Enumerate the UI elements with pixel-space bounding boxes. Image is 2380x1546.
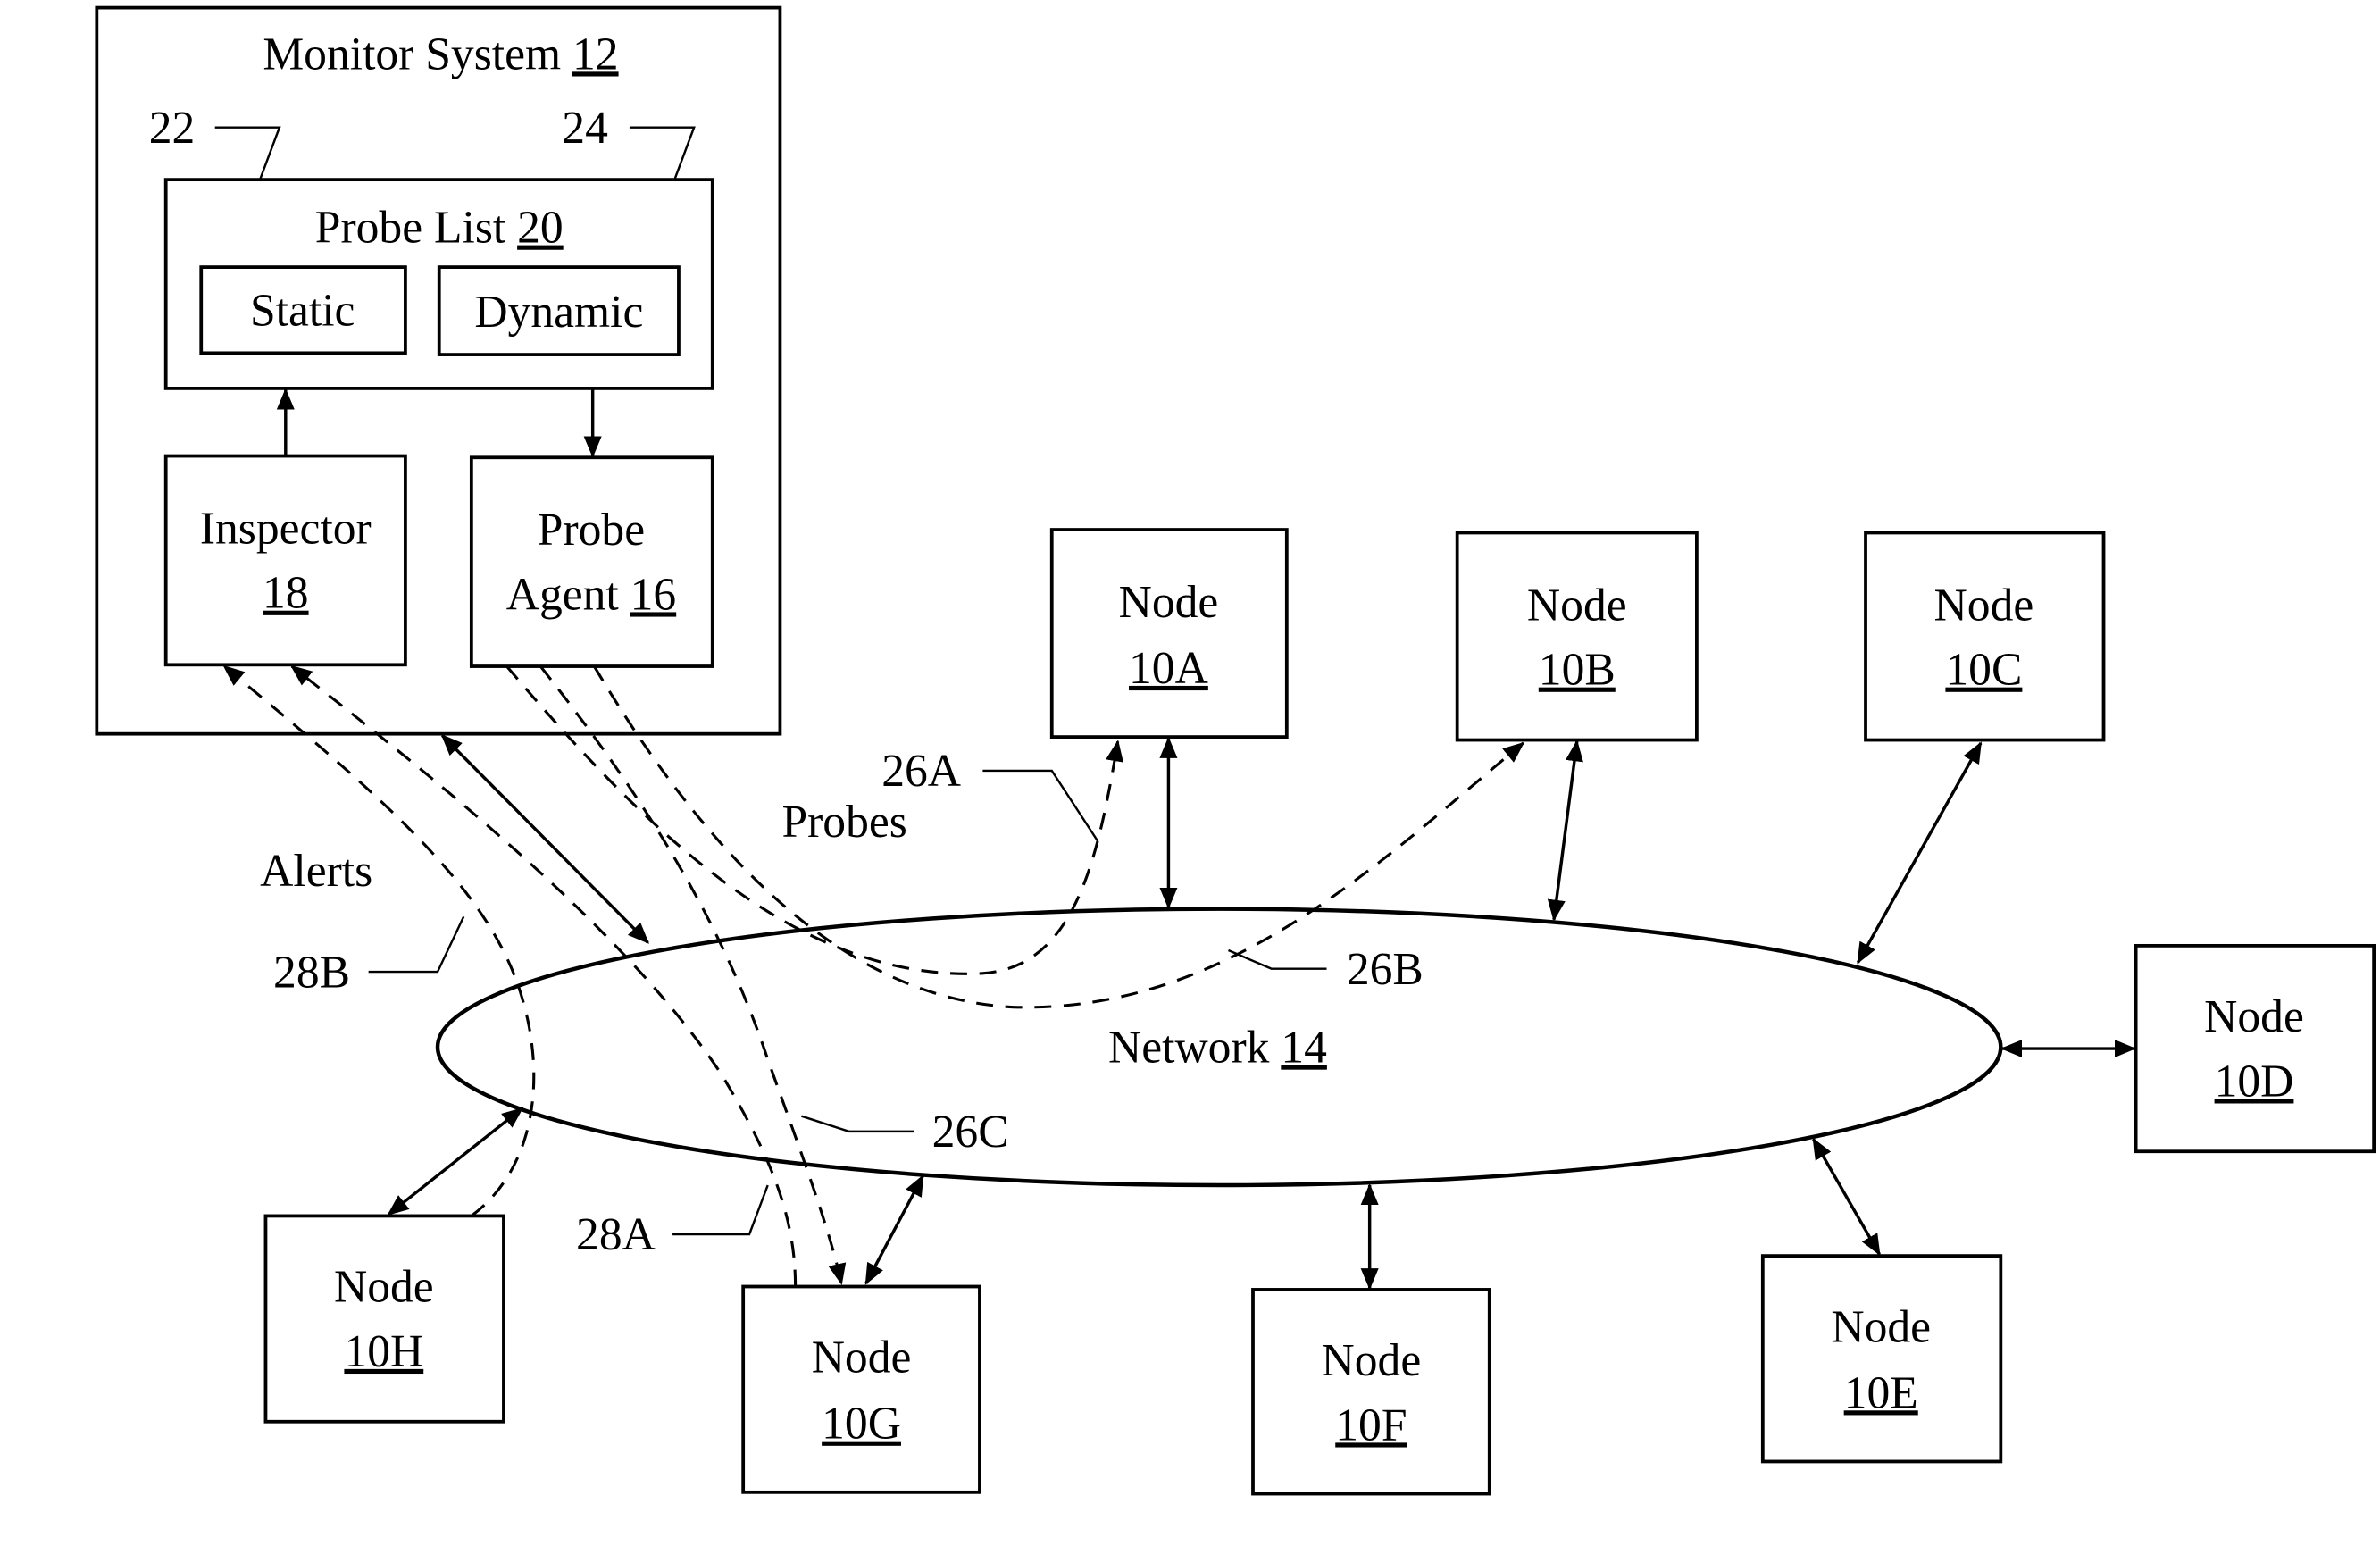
link-10b-network bbox=[1547, 740, 1583, 922]
node-10c: Node 10C bbox=[1864, 531, 2106, 742]
node-10b: Node 10B bbox=[1455, 531, 1699, 742]
node-10a-ref: 10A bbox=[1129, 643, 1208, 694]
node-10f: Node 10F bbox=[1251, 1288, 1491, 1496]
probe-agent-box bbox=[469, 455, 714, 668]
node-10h-label: Node bbox=[334, 1262, 434, 1313]
callout-26c-leader bbox=[801, 1115, 914, 1133]
node-10g-ref: 10G bbox=[822, 1399, 901, 1450]
alert-path-28b bbox=[222, 664, 536, 1217]
link-10c-network bbox=[1856, 741, 1983, 965]
node-10d-ref: 10D bbox=[2215, 1056, 2294, 1107]
node-10c-box bbox=[1864, 531, 2106, 742]
node-10g-label: Node bbox=[812, 1333, 912, 1383]
node-10d-label: Node bbox=[2204, 991, 2304, 1042]
node-10e-ref: 10E bbox=[1844, 1367, 1918, 1418]
node-10c-label: Node bbox=[1934, 580, 2034, 631]
network-label: Network 14 bbox=[1108, 1023, 1327, 1074]
node-10d-box bbox=[2134, 943, 2376, 1154]
callout-26b: 26B bbox=[1347, 944, 1424, 995]
probes-label: Probes bbox=[781, 797, 906, 848]
node-10h: Node 10H bbox=[263, 1214, 505, 1424]
node-10e-label: Node bbox=[1831, 1301, 1931, 1352]
node-10f-label: Node bbox=[1322, 1335, 1422, 1386]
callout-28a-leader bbox=[672, 1184, 769, 1236]
node-10a-box bbox=[1049, 528, 1289, 739]
callout-static-ref: 22 bbox=[149, 103, 196, 154]
inspector-ref: 18 bbox=[263, 568, 309, 619]
inspector: Inspector 18 bbox=[163, 454, 407, 667]
callout-26c: 26C bbox=[932, 1107, 1009, 1157]
callout-26a: 26A bbox=[881, 746, 961, 797]
node-10b-ref: 10B bbox=[1539, 645, 1616, 696]
callout-26b-leader bbox=[1228, 948, 1327, 970]
alerts-label: Alerts bbox=[260, 846, 372, 897]
node-10a: Node 10A bbox=[1049, 528, 1289, 739]
network-monitoring-diagram: Monitor System 12 22 24 Probe List 20 St… bbox=[95, 5, 2376, 1496]
callout-28b: 28B bbox=[273, 947, 350, 998]
node-10a-label: Node bbox=[1119, 577, 1219, 628]
monitor-system: Monitor System 12 22 24 Probe List 20 St… bbox=[95, 5, 782, 736]
monitor-system-title: Monitor System 12 bbox=[263, 29, 618, 79]
node-10e-box bbox=[1760, 1254, 2003, 1464]
probe-list: Probe List 20 Static Dynamic bbox=[163, 178, 714, 390]
inspector-box bbox=[163, 454, 407, 667]
node-10h-ref: 10H bbox=[344, 1326, 423, 1377]
node-10b-box bbox=[1455, 531, 1699, 742]
node-10b-label: Node bbox=[1527, 580, 1627, 631]
probe-agent-label-line2: Agent 16 bbox=[506, 569, 676, 620]
node-10e: Node 10E bbox=[1760, 1254, 2003, 1464]
probe-path-26c bbox=[539, 665, 847, 1286]
link-10h-network bbox=[387, 1107, 524, 1216]
node-10g-box bbox=[741, 1284, 981, 1494]
network: Network 14 bbox=[435, 907, 2003, 1188]
node-10g: Node 10G bbox=[741, 1284, 981, 1494]
node-10d: Node 10D bbox=[2134, 943, 2376, 1154]
link-monitor-network bbox=[440, 733, 649, 944]
callout-dynamic-ref: 24 bbox=[562, 103, 608, 154]
node-10h-box bbox=[263, 1214, 505, 1424]
probe-agent-label-line1: Probe bbox=[538, 505, 645, 556]
callout-28b-leader bbox=[368, 915, 465, 974]
link-10g-network bbox=[864, 1174, 924, 1285]
callout-26a-leader bbox=[982, 769, 1099, 842]
node-10f-box bbox=[1251, 1288, 1491, 1496]
static-list-label: Static bbox=[250, 285, 355, 336]
dynamic-list-label: Dynamic bbox=[474, 287, 643, 338]
node-10f-ref: 10F bbox=[1335, 1400, 1407, 1450]
probe-list-title: Probe List 20 bbox=[315, 203, 564, 254]
node-10c-ref: 10C bbox=[1945, 645, 2022, 696]
probe-agent: Probe Agent 16 bbox=[469, 455, 714, 668]
inspector-label: Inspector bbox=[200, 504, 372, 555]
link-10e-network bbox=[1812, 1137, 1881, 1257]
callout-28a: 28A bbox=[576, 1209, 656, 1260]
